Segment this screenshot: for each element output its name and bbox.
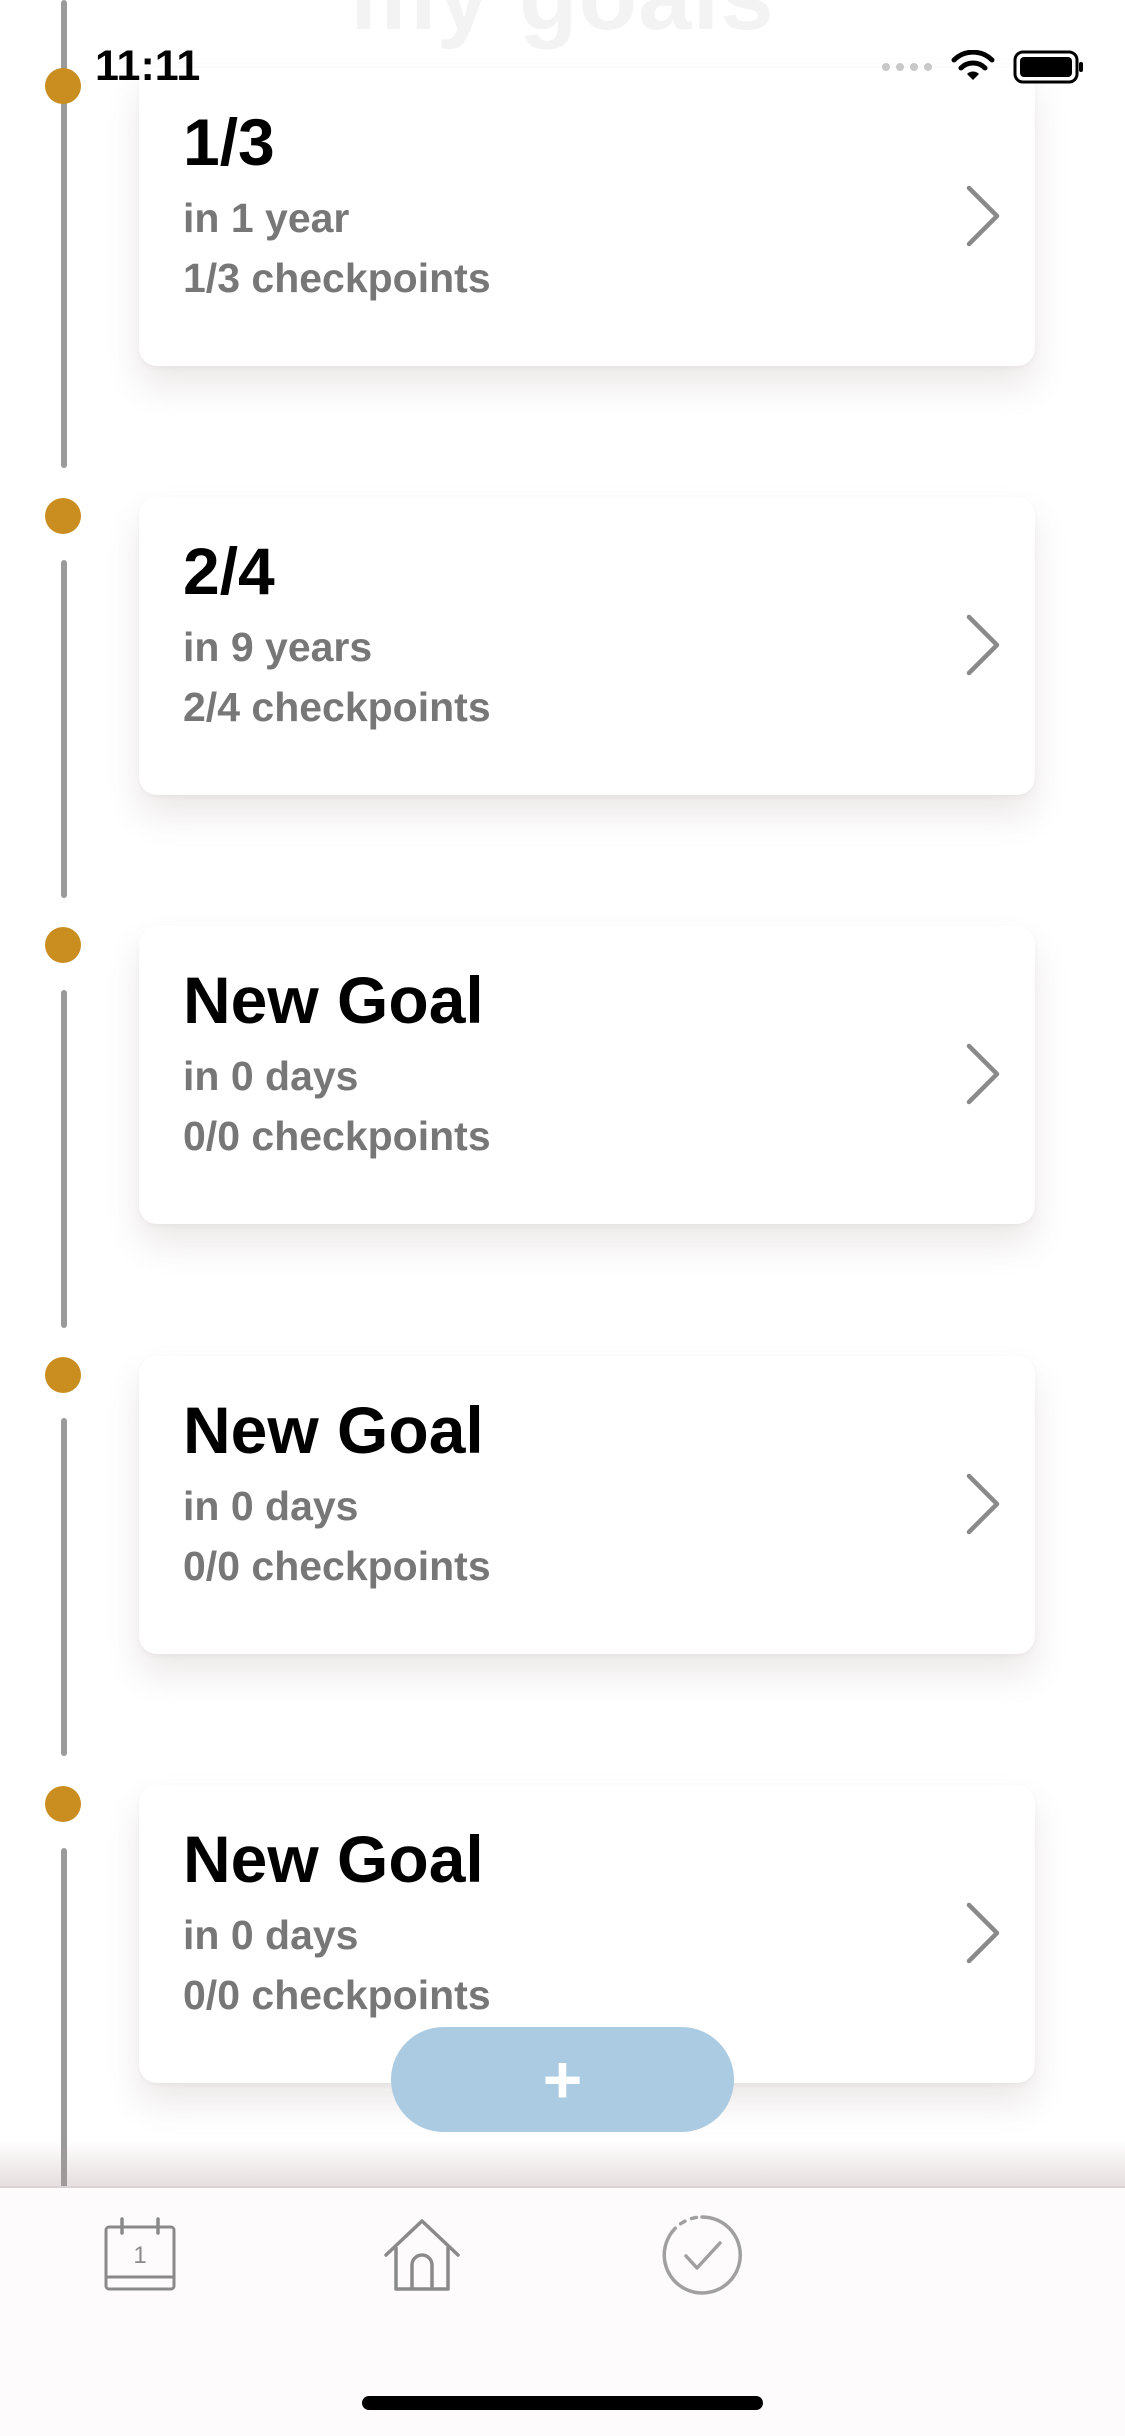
status-bar-icons — [881, 50, 1085, 84]
goal-title: 1/3 — [183, 105, 275, 179]
tab-completed[interactable] — [657, 2210, 747, 2300]
add-goal-button[interactable]: + — [391, 2027, 734, 2132]
tab-home[interactable] — [377, 2210, 467, 2300]
signal-icon — [882, 63, 932, 71]
tab-calendar[interactable]: 1 — [95, 2210, 185, 2300]
timeline-line — [61, 560, 67, 898]
goal-card[interactable]: 2/4 in 9 years 2/4 checkpoints — [139, 497, 1035, 795]
chevron-right-icon — [966, 185, 1000, 247]
goal-title: New Goal — [183, 1822, 484, 1896]
calendar-badge: 1 — [133, 2242, 146, 2269]
timeline-dot — [45, 1786, 81, 1822]
timeline-line — [61, 990, 67, 1328]
goal-checkpoints-text: 2/4 checkpoints — [183, 684, 491, 730]
goal-title: 2/4 — [183, 534, 275, 608]
goal-card[interactable]: New Goal in 0 days 0/0 checkpoints — [139, 926, 1035, 1224]
status-bar-time: 11:11 — [95, 42, 201, 90]
calendar-icon: 1 — [104, 2217, 176, 2291]
battery-icon — [1013, 50, 1083, 84]
checkmark-circle-icon — [662, 2215, 742, 2295]
goal-due-text: in 0 days — [183, 1483, 359, 1529]
home-icon — [384, 2219, 460, 2291]
goal-due-text: in 9 years — [183, 624, 373, 670]
chevron-right-icon — [966, 1473, 1000, 1535]
wifi-icon — [951, 50, 995, 80]
timeline-dot — [45, 498, 81, 534]
goal-title: New Goal — [183, 963, 484, 1037]
goal-due-text: in 1 year — [183, 195, 350, 241]
chevron-right-icon — [966, 1043, 1000, 1105]
goal-checkpoints-text: 0/0 checkpoints — [183, 1972, 491, 2018]
goal-checkpoints-text: 0/0 checkpoints — [183, 1543, 491, 1589]
timeline-line — [61, 1848, 67, 2188]
timeline-line — [61, 1418, 67, 1756]
chevron-right-icon — [966, 1902, 1000, 1964]
home-indicator[interactable] — [362, 2396, 763, 2410]
timeline-dot — [45, 1357, 81, 1393]
tab-bar-shadow — [0, 2140, 1125, 2188]
chevron-right-icon — [966, 614, 1000, 676]
goal-card[interactable]: 1/3 in 1 year 1/3 checkpoints — [139, 68, 1035, 366]
timeline-dot — [45, 927, 81, 963]
goal-title: New Goal — [183, 1393, 484, 1467]
timeline-dot — [45, 68, 81, 104]
goal-due-text: in 0 days — [183, 1912, 359, 1958]
goal-checkpoints-text: 0/0 checkpoints — [183, 1113, 491, 1159]
goals-screen: my goals 1/3 in 1 year 1/3 checkpoints 2… — [0, 0, 1125, 2436]
goal-checkpoints-text: 1/3 checkpoints — [183, 255, 491, 301]
goal-card[interactable]: New Goal in 0 days 0/0 checkpoints — [139, 1356, 1035, 1654]
goal-due-text: in 0 days — [183, 1053, 359, 1099]
